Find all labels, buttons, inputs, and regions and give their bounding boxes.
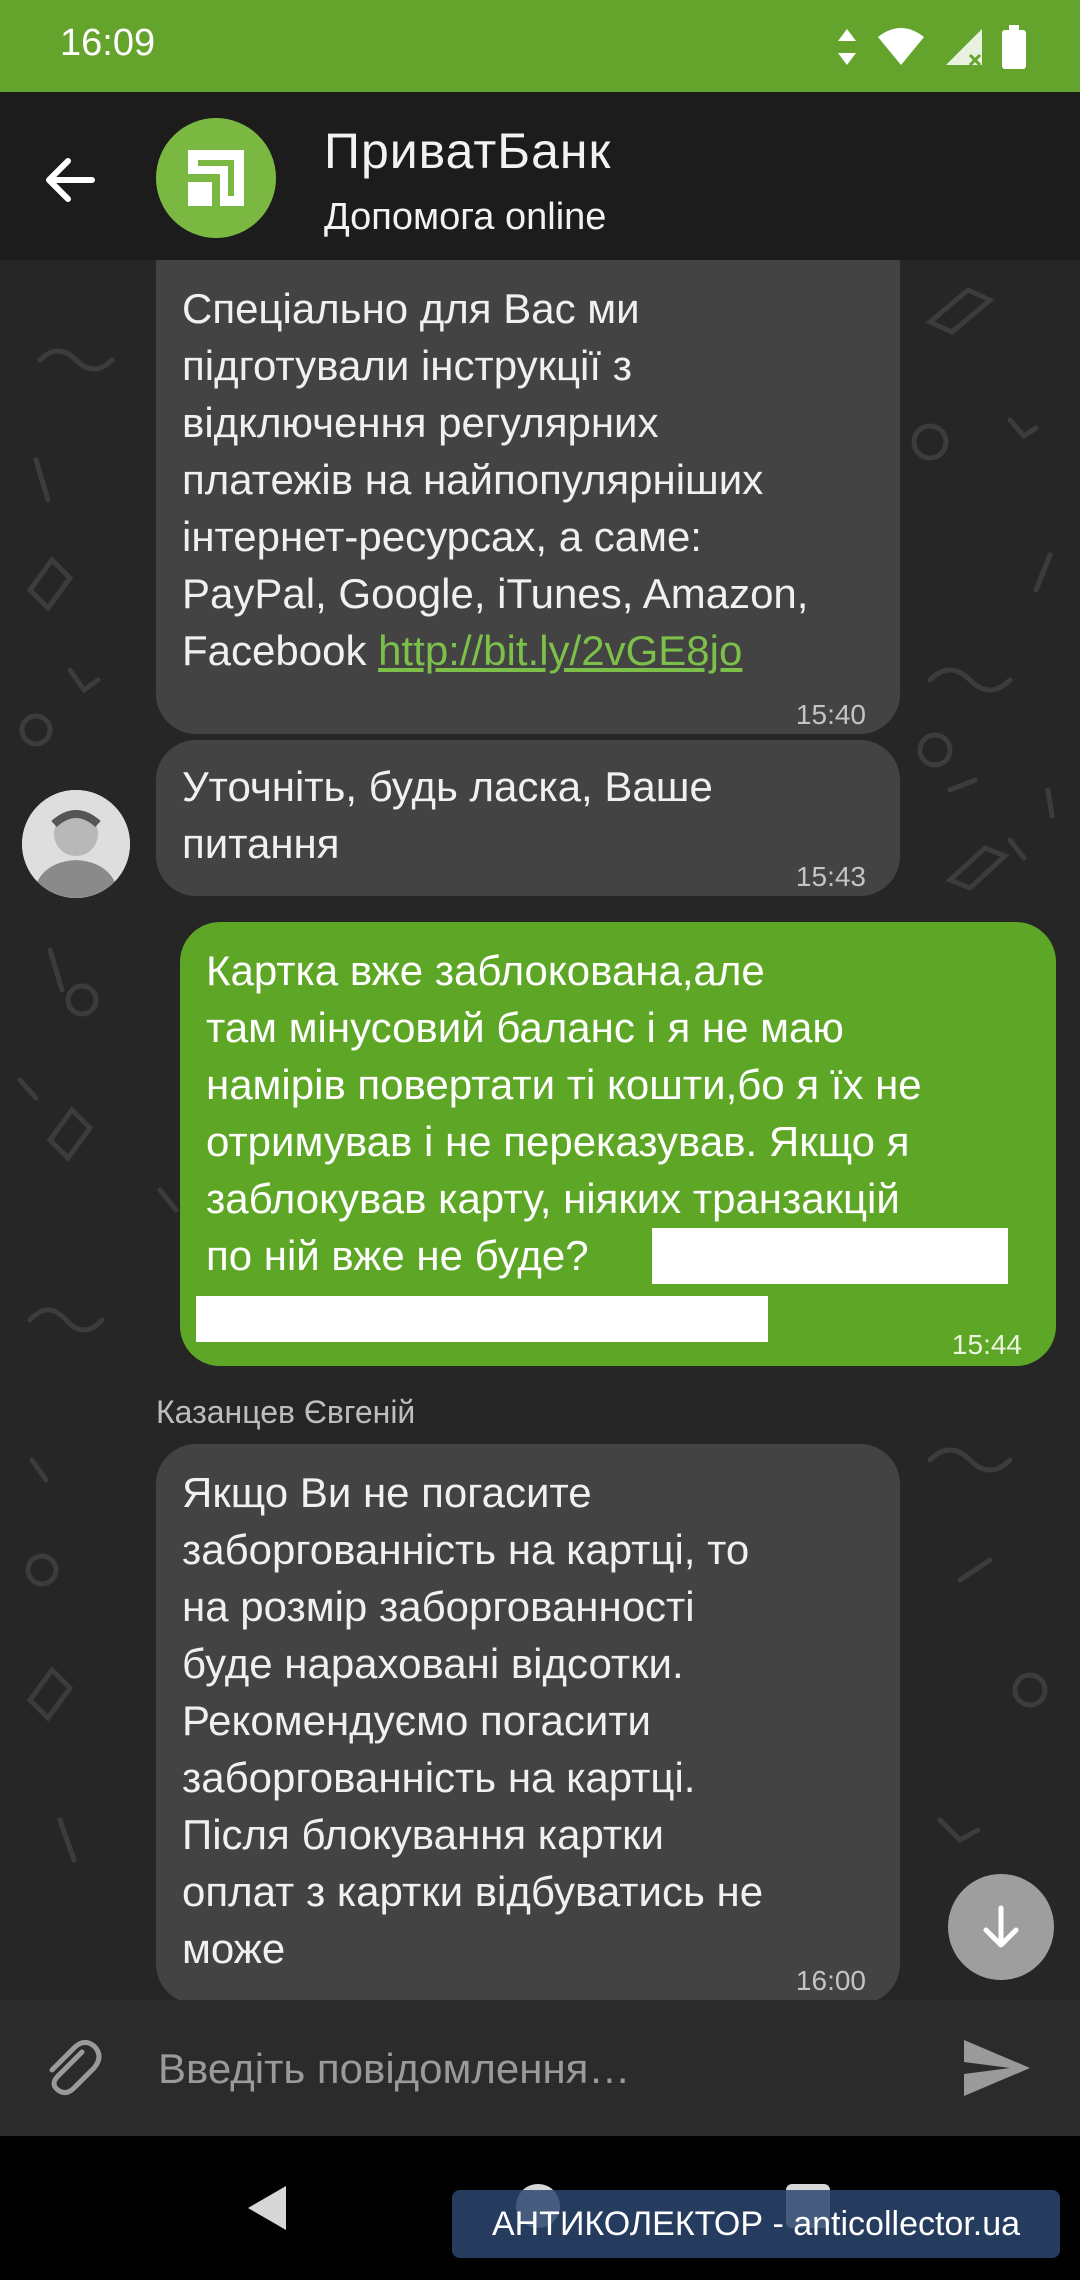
privatbank-logo-icon bbox=[188, 150, 244, 206]
arrow-down-icon bbox=[983, 1905, 1019, 1948]
message-time: 15:40 bbox=[795, 699, 866, 730]
user-avatar[interactable] bbox=[22, 790, 130, 898]
bank-avatar[interactable] bbox=[156, 118, 276, 238]
chat-area[interactable]: Спеціально для Вас ми підготували інстру… bbox=[0, 260, 1080, 2000]
status-icons bbox=[836, 22, 1026, 72]
chat-subtitle: Допомога online bbox=[324, 196, 607, 238]
data-arrows-icon bbox=[838, 29, 856, 65]
watermark: АНТИКОЛЕКТОР - anticollector.ua bbox=[452, 2190, 1060, 2258]
message-bubble-incoming[interactable]: Уточніть, будь ласка, Ваше питання 15:43 bbox=[156, 740, 900, 896]
message-text: Якщо Ви не погасите заборгованність на к… bbox=[182, 1469, 764, 1972]
send-icon[interactable] bbox=[960, 2036, 1032, 2100]
sender-name: Казанцев Євгеній bbox=[156, 1394, 416, 1430]
message-time: 15:44 bbox=[951, 1329, 1022, 1360]
battery-icon bbox=[1002, 25, 1026, 69]
message-input[interactable] bbox=[156, 2036, 920, 2102]
scroll-to-bottom-button[interactable] bbox=[948, 1874, 1054, 1980]
message-bubble-incoming[interactable]: Спеціально для Вас ми підготували інстру… bbox=[156, 260, 900, 734]
status-time: 16:09 bbox=[60, 22, 156, 64]
signal-icon bbox=[946, 29, 982, 67]
message-bubble-incoming[interactable]: Якщо Ви не погасите заборгованність на к… bbox=[156, 1444, 900, 2000]
message-text: Уточніть, будь ласка, Ваше питання bbox=[182, 763, 713, 867]
message-composer bbox=[0, 2000, 1080, 2136]
app-bar: ПриватБанк Допомога online bbox=[0, 92, 1080, 260]
message-time: 15:43 bbox=[795, 861, 866, 892]
avatar-photo-icon bbox=[22, 790, 130, 898]
status-bar: 16:09 bbox=[0, 0, 1080, 92]
paperclip-icon[interactable] bbox=[38, 2034, 106, 2102]
arrow-left-icon[interactable] bbox=[38, 148, 102, 212]
message-time: 16:00 bbox=[795, 1965, 866, 1996]
message-link[interactable]: http://bit.ly/2vGE8jo bbox=[378, 627, 742, 674]
wifi-icon bbox=[878, 28, 924, 65]
chat-title: ПриватБанк bbox=[324, 123, 612, 179]
message-text: Спеціально для Вас ми підготували інстру… bbox=[182, 285, 809, 674]
redaction-block bbox=[652, 1228, 1008, 1284]
nav-back-icon[interactable] bbox=[244, 2184, 288, 2232]
redaction-block bbox=[196, 1296, 768, 1342]
